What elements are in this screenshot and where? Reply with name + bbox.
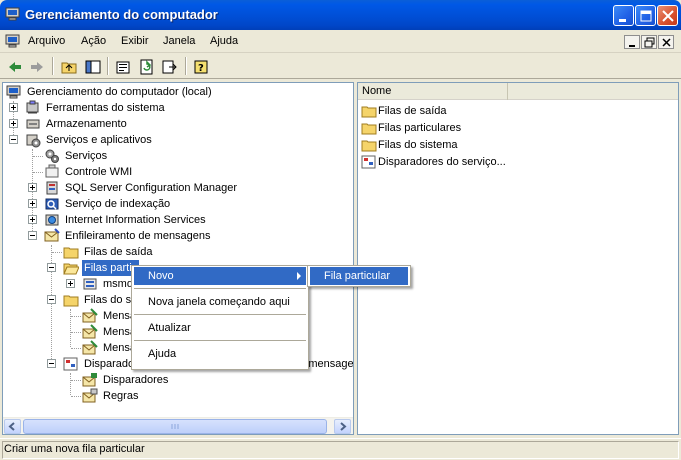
context-menu-item-atualizar[interactable]: Atualizar (134, 319, 306, 337)
maximize-icon (640, 10, 652, 22)
help-icon: ? (194, 60, 208, 74)
status-bar: Criar uma nova fila particular (0, 438, 681, 460)
show-hide-console-tree-button[interactable] (83, 57, 103, 76)
status-text: Criar uma nova fila particular (4, 443, 145, 455)
folder-icon (63, 295, 79, 307)
refresh-icon (140, 59, 153, 75)
close-icon (662, 38, 671, 47)
minimize-icon (619, 19, 626, 22)
title-bar: Gerenciamento do computador (0, 0, 681, 30)
queue-icon (83, 278, 97, 290)
tools-icon (26, 100, 39, 114)
refresh-button[interactable] (137, 57, 157, 76)
submenu-arrow-icon (297, 272, 301, 280)
help-button[interactable]: ? (191, 57, 211, 76)
properties-button[interactable] (113, 57, 133, 76)
svg-text:?: ? (198, 63, 204, 74)
restore-icon (644, 37, 655, 48)
menu-acao[interactable]: Ação (81, 35, 106, 47)
context-menu-item-ajuda[interactable]: Ajuda (134, 345, 306, 363)
mdi-minimize-button[interactable] (624, 35, 640, 49)
mdi-restore-button[interactable] (641, 35, 657, 49)
list-header: Nome (358, 83, 678, 100)
mmc-icon (5, 34, 20, 48)
forward-arrow-icon (31, 62, 43, 72)
expander[interactable] (9, 119, 18, 128)
context-menu[interactable]: Novo Nova janela começando aqui Atualiza… (131, 265, 309, 370)
triggers-icon (361, 155, 376, 169)
grip-icon (171, 424, 179, 429)
folder-up-icon (61, 62, 77, 74)
expander[interactable] (66, 279, 75, 288)
export-icon (162, 60, 177, 74)
close-icon (662, 10, 674, 22)
expander[interactable] (47, 263, 56, 272)
message-queuing-icon (44, 228, 60, 242)
dead-letter-icon (82, 324, 98, 339)
folder-icon (361, 123, 377, 135)
minimize-icon (629, 45, 635, 47)
back-arrow-icon (9, 62, 21, 72)
properties-icon (116, 61, 130, 74)
context-menu-item-nova-janela[interactable]: Nova janela começando aqui (134, 293, 306, 311)
expander[interactable] (28, 231, 37, 240)
folder-icon (361, 106, 377, 118)
console-tree-icon (85, 60, 101, 74)
iis-icon (45, 214, 59, 226)
folder-open-icon (63, 263, 79, 275)
triggers-icon (63, 357, 78, 371)
expander[interactable] (47, 295, 56, 304)
result-pane[interactable]: Nome Filas de saída Filas particulares F… (357, 82, 679, 435)
services-apps-icon (26, 134, 41, 148)
expander[interactable] (28, 215, 37, 224)
submenu-item-fila-particular[interactable]: Fila particular (310, 267, 408, 285)
sql-server-icon (46, 181, 58, 195)
expander[interactable] (28, 199, 37, 208)
indexing-icon (45, 198, 59, 210)
chevron-right-icon (340, 422, 347, 431)
menu-exibir[interactable]: Exibir (121, 35, 149, 47)
maximize-button[interactable] (635, 5, 656, 26)
toolbar: ? (0, 54, 681, 79)
wmi-icon (45, 164, 59, 178)
scroll-right-button[interactable] (334, 419, 351, 434)
submenu[interactable]: Fila particular (307, 265, 411, 287)
expander[interactable] (9, 135, 18, 144)
menu-ajuda[interactable]: Ajuda (210, 35, 238, 47)
transactional-dead-letter-icon (82, 340, 98, 355)
minimize-button[interactable] (613, 5, 634, 26)
expander[interactable] (28, 183, 37, 192)
computer-management-icon (6, 85, 21, 99)
context-menu-item-novo[interactable]: Novo (134, 267, 306, 285)
mdi-close-button[interactable] (658, 35, 674, 49)
gears-icon (45, 149, 59, 163)
computer-management-icon (5, 7, 20, 21)
back-button[interactable] (5, 57, 25, 76)
expander[interactable] (9, 103, 18, 112)
up-one-level-button[interactable] (59, 57, 79, 76)
close-button[interactable] (657, 5, 678, 26)
chevron-left-icon (8, 422, 15, 431)
expander[interactable] (47, 359, 56, 368)
storage-icon (26, 119, 40, 129)
rules-icon (82, 388, 98, 403)
folder-icon (361, 140, 377, 152)
triggers-list-icon (82, 373, 97, 387)
export-list-button[interactable] (160, 57, 180, 76)
console-tree[interactable]: Gerenciamento do computador (local) Ferr… (2, 82, 354, 435)
window-title: Gerenciamento do computador (25, 7, 218, 22)
forward-button[interactable] (27, 57, 47, 76)
menu-janela[interactable]: Janela (163, 35, 195, 47)
menu-arquivo[interactable]: Arquivo (28, 35, 65, 47)
column-header-nome[interactable]: Nome (358, 83, 508, 100)
menu-bar: Arquivo Ação Exibir Janela Ajuda (0, 30, 681, 53)
journal-messages-icon (82, 308, 98, 323)
scroll-thumb[interactable] (23, 419, 327, 434)
horizontal-scrollbar[interactable] (3, 417, 353, 434)
folder-icon (63, 247, 79, 259)
scroll-left-button[interactable] (4, 419, 21, 434)
